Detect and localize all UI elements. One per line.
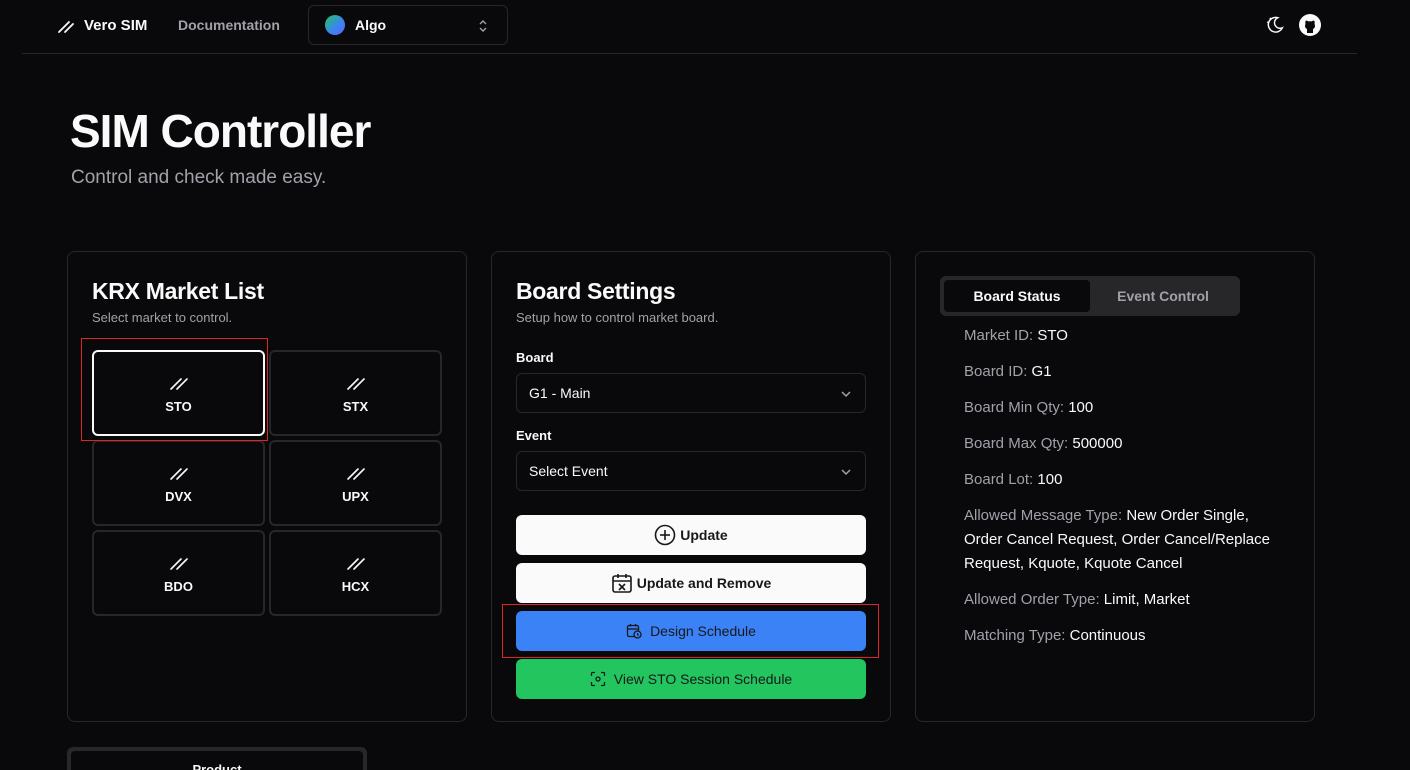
chevron-down-icon <box>841 469 851 476</box>
board-status-list: Market ID: STO Board ID: G1 Board Min Qt… <box>964 324 1274 660</box>
market-grid: STO STX DVX UPX BDO HCX <box>92 350 442 616</box>
github-icon[interactable] <box>1298 13 1322 37</box>
design-schedule-button[interactable]: Design Schedule <box>516 611 866 651</box>
market-label: DVX <box>165 488 192 504</box>
calendar-clock-icon <box>626 624 642 639</box>
brand-link[interactable]: Vero SIM <box>56 15 147 35</box>
moon-icon[interactable] <box>1264 14 1286 36</box>
update-button[interactable]: Update <box>516 515 866 555</box>
market-list-description: Select market to control. <box>92 310 233 325</box>
page-subtitle: Control and check made easy. <box>71 167 327 188</box>
board-select[interactable]: G1 - Main <box>516 373 866 413</box>
board-status-card: Board Status Event Control Market ID: ST… <box>915 251 1315 722</box>
market-tile-sto[interactable]: STO <box>92 350 265 436</box>
update-and-remove-button[interactable]: Update and Remove <box>516 563 866 603</box>
market-label: STO <box>165 398 192 414</box>
market-tile-hcx[interactable]: HCX <box>269 530 442 616</box>
board-settings-card: Board Settings Setup how to control mark… <box>491 251 891 722</box>
market-label: UPX <box>342 488 369 504</box>
status-row-board-lot: Board Lot: 100 <box>964 471 1063 488</box>
chevron-up-down-icon <box>479 20 487 32</box>
scan-eye-icon <box>590 671 605 687</box>
market-list-card: KRX Market List Select market to control… <box>67 251 467 722</box>
event-select[interactable]: Select Event <box>516 451 866 491</box>
status-row-message-type: Allowed Message Type: New Order Single, … <box>964 507 1270 572</box>
view-session-schedule-button[interactable]: View STO Session Schedule <box>516 659 866 699</box>
team-switcher[interactable]: Algo <box>308 5 508 45</box>
slash-icon <box>346 377 365 390</box>
market-tile-dvx[interactable]: DVX <box>92 440 265 526</box>
update-button-label: Update <box>680 527 728 543</box>
top-navbar: Vero SIM Documentation Algo <box>22 0 1357 54</box>
market-tile-bdo[interactable]: BDO <box>92 530 265 616</box>
market-list-title: KRX Market List <box>92 278 264 304</box>
slash-icon <box>169 557 188 570</box>
slash-icon <box>346 467 365 480</box>
status-tabs: Board Status Event Control <box>940 276 1240 316</box>
brand-name: Vero SIM <box>84 16 148 34</box>
tab-event-control[interactable]: Event Control <box>1090 280 1236 312</box>
status-row-board-id: Board ID: G1 <box>964 363 1052 380</box>
board-settings-title: Board Settings <box>516 278 676 304</box>
slash-icon <box>346 557 365 570</box>
market-tile-upx[interactable]: UPX <box>269 440 442 526</box>
slash-icon <box>169 377 188 390</box>
event-field-label: Event <box>516 428 552 443</box>
tab-product[interactable]: Product <box>71 751 363 770</box>
market-label: BDO <box>164 578 193 594</box>
page-title: SIM Controller <box>70 105 371 157</box>
update-and-remove-label: Update and Remove <box>636 575 772 591</box>
board-select-value: G1 - Main <box>529 385 591 401</box>
status-row-order-type: Allowed Order Type: Limit, Market <box>964 591 1190 608</box>
event-select-value: Select Event <box>529 463 608 479</box>
tab-board-status[interactable]: Board Status <box>944 280 1090 312</box>
market-label: HCX <box>341 578 370 594</box>
board-field-label: Board <box>516 350 554 365</box>
status-row-max-qty: Board Max Qty: 500000 <box>964 435 1123 452</box>
market-tile-stx[interactable]: STX <box>269 350 442 436</box>
chevron-down-icon <box>841 391 851 398</box>
team-switcher-label: Algo <box>355 17 387 33</box>
logo-slash-icon <box>58 21 74 33</box>
market-label: STX <box>342 398 369 414</box>
slash-icon <box>169 467 188 480</box>
status-row-market-id: Market ID: STO <box>964 327 1068 344</box>
view-session-schedule-label: View STO Session Schedule <box>613 671 793 687</box>
plus-circle-icon <box>654 524 676 546</box>
team-avatar <box>325 15 345 35</box>
status-row-min-qty: Board Min Qty: 100 <box>964 399 1094 416</box>
board-settings-description: Setup how to control market board. <box>516 310 719 325</box>
calendar-x-icon <box>611 574 632 593</box>
nav-documentation-link[interactable]: Documentation <box>178 17 280 33</box>
product-tabs: Product <box>67 747 367 770</box>
design-schedule-label: Design Schedule <box>650 623 756 639</box>
status-row-matching-type: Matching Type: Continuous <box>964 627 1146 644</box>
